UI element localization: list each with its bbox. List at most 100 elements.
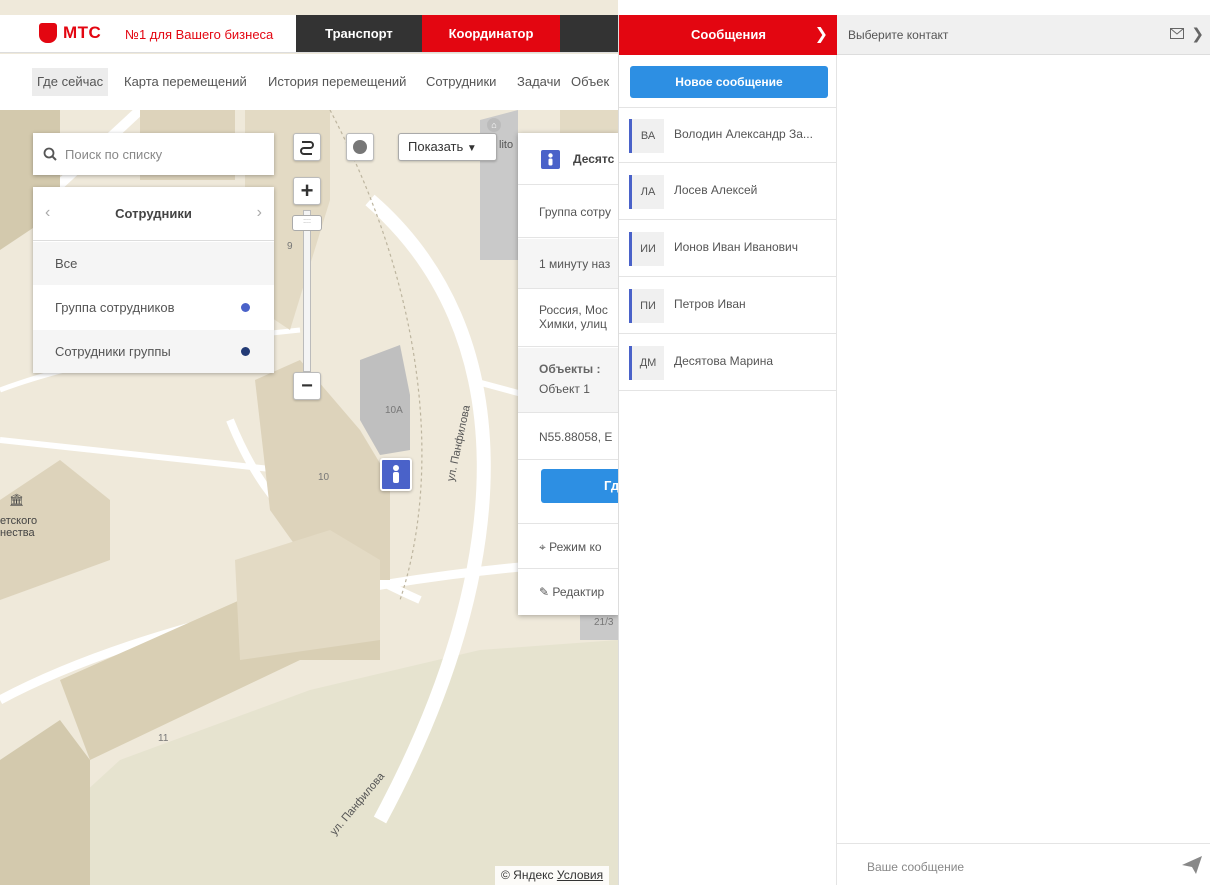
show-button-label: Показать [408, 139, 464, 154]
layers-button[interactable] [346, 133, 374, 161]
logo-text: МТС [63, 23, 102, 42]
contact-item[interactable]: ПИ Петров Иван [619, 278, 838, 334]
employees-panel: ‹ Сотрудники › Все Группа сотрудников Со… [33, 187, 274, 373]
nav-where-now[interactable]: Где сейчас [32, 68, 109, 96]
message-compose [837, 843, 1210, 885]
person-info-card: Десятс Группа сотру 1 минуту наз Россия,… [518, 133, 618, 615]
person-marker[interactable] [380, 458, 412, 491]
contact-name: Петров Иван [674, 297, 746, 311]
zoom-out-button[interactable]: − [293, 372, 321, 400]
route-button[interactable] [293, 133, 321, 161]
employees-panel-header: ‹ Сотрудники › [33, 187, 274, 241]
employee-filter-group-members[interactable]: Сотрудники группы [33, 330, 274, 373]
group-color-dot [241, 347, 250, 356]
contact-item[interactable]: ВА Володин Александр За... [619, 107, 838, 163]
search-input[interactable] [65, 143, 265, 165]
card-address-line: Россия, Мос [539, 303, 608, 317]
terms-link[interactable]: Условия [557, 868, 603, 882]
poi-label: lito [499, 139, 514, 151]
employee-filter-all[interactable]: Все [33, 242, 274, 285]
chevron-down-icon: ▼ [466, 143, 477, 154]
chevron-right-icon[interactable]: ❯ [1191, 25, 1204, 43]
contact-name: Ионов Иван Иванович [674, 240, 798, 254]
search-icon [43, 147, 57, 161]
contact-item[interactable]: ИИ Ионов Иван Иванович [619, 221, 838, 277]
card-name-section: Десятс [518, 133, 618, 185]
pencil-icon: ✎ [539, 585, 550, 599]
contact-name: Володин Александр За... [674, 127, 813, 141]
zoom-slider-handle[interactable]: :::: [292, 215, 322, 231]
contact-avatar: ДМ [632, 346, 664, 380]
contact-avatar: ЛА [632, 175, 664, 209]
show-dropdown-button[interactable]: Показать ▼ [398, 133, 497, 161]
message-input[interactable] [867, 856, 1147, 878]
zoom-slider-track[interactable] [303, 210, 311, 372]
row-label: Все [55, 256, 78, 271]
contact-item[interactable]: ЛА Лосев Алексей [619, 164, 838, 220]
map-copyright: © Яндекс Условия [495, 866, 610, 885]
route-icon [300, 141, 314, 155]
contact-avatar: ПИ [632, 289, 664, 323]
messages-header[interactable]: Сообщения ❯ [619, 15, 838, 55]
employee-filter-group[interactable]: Группа сотрудников [33, 286, 274, 329]
new-message-button[interactable]: Новое сообщение [630, 66, 828, 98]
sub-navigation: Где сейчас Карта перемещений История пер… [0, 54, 618, 110]
chat-area: Выберите контакт ❯ [837, 15, 1210, 885]
map-area[interactable]: 10А 10 11 9 21/3 ул. Панфилова ул. Панфи… [0, 0, 618, 885]
messages-panel: Сообщения ❯ Новое сообщение ВА Володин А… [618, 15, 838, 885]
chat-header: Выберите контакт ❯ [837, 15, 1210, 55]
card-person-name: Десятс [573, 152, 615, 166]
contact-avatar: ИИ [632, 232, 664, 266]
chat-title: Выберите контакт [848, 28, 949, 42]
card-group: Группа сотру [518, 186, 618, 238]
contact-name: Десятова Марина [674, 354, 774, 368]
tab-overflow[interactable] [560, 15, 618, 52]
nav-movement-history[interactable]: История перемещений [263, 68, 411, 96]
contact-avatar: ВА [632, 119, 664, 153]
employees-panel-title: Сотрудники [115, 206, 192, 221]
plus-icon: + [300, 178, 314, 203]
contact-item[interactable]: ДМ Десятова Марина [619, 335, 838, 391]
building-label: 11 [158, 733, 169, 744]
nav-employees[interactable]: Сотрудники [421, 68, 501, 96]
card-address: Россия, Мос Химки, улиц [518, 290, 618, 347]
zoom-in-button[interactable]: + [293, 177, 321, 205]
contact-name: Лосев Алексей [674, 183, 758, 197]
tab-transport[interactable]: Транспорт [296, 15, 422, 52]
top-bar: МТС №1 для Вашего бизнеса Транспорт Коор… [0, 15, 618, 53]
chevron-right-icon[interactable]: › [257, 204, 262, 222]
send-icon[interactable] [1182, 856, 1202, 874]
building-label: 10А [385, 405, 403, 416]
poi-label: етского [0, 515, 38, 527]
museum-icon: 🏛 [9, 493, 25, 507]
mts-logo-icon [39, 23, 57, 43]
card-tracking-mode[interactable]: ⌖ Режим ко [518, 523, 618, 569]
nav-tasks[interactable]: Задачи [512, 68, 566, 96]
where-button[interactable]: Гд [541, 469, 618, 503]
row-label: Сотрудники группы [55, 344, 171, 359]
minus-icon: − [301, 374, 313, 397]
building-label: 9 [287, 241, 293, 252]
layers-icon [353, 140, 367, 154]
envelope-icon[interactable] [1170, 28, 1184, 39]
card-mode-label: Режим ко [549, 540, 602, 554]
card-address-line: Химки, улиц [539, 317, 607, 331]
messages-title: Сообщения [691, 27, 766, 42]
row-label: Группа сотрудников [55, 300, 175, 315]
poi-icon: ⌂ [487, 118, 501, 132]
search-box [33, 133, 274, 175]
card-edit[interactable]: ✎ Редактир [518, 570, 618, 615]
nav-objects[interactable]: Объек [566, 68, 614, 96]
card-object-value: Объект 1 [539, 382, 590, 396]
nav-movement-map[interactable]: Карта перемещений [119, 68, 252, 96]
card-objects-label: Объекты : [539, 362, 601, 376]
building-label: 21/3 [594, 617, 614, 628]
tab-coordinator[interactable]: Координатор [422, 15, 560, 52]
chevron-right-icon[interactable]: ❯ [815, 15, 828, 55]
card-coordinates: N55.88058, E [518, 414, 618, 460]
card-edit-label: Редактир [552, 585, 605, 599]
card-time: 1 минуту наз [518, 239, 618, 289]
slogan: №1 для Вашего бизнеса [125, 27, 274, 42]
poi-label: нества [0, 527, 35, 539]
group-color-dot [241, 303, 250, 312]
